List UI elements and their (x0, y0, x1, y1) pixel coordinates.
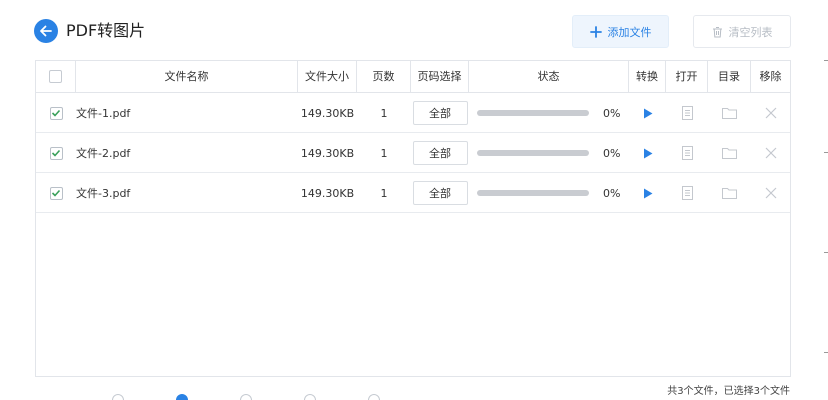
close-icon (765, 147, 776, 159)
checkmark-icon (51, 189, 61, 197)
convert-button[interactable] (629, 133, 666, 173)
document-icon (681, 106, 693, 120)
progress-bar (477, 190, 589, 196)
edge-mark (824, 252, 828, 253)
open-file-button[interactable] (666, 93, 708, 133)
file-size: 149.30KB (300, 186, 355, 200)
edge-mark (824, 352, 828, 353)
progress-percent: 0% (603, 106, 621, 120)
document-icon (681, 146, 693, 160)
col-page-range: 页码选择 (411, 61, 469, 92)
output-format-radio[interactable] (368, 394, 380, 400)
progress-percent: 0% (603, 146, 621, 160)
open-file-button[interactable] (666, 173, 708, 213)
back-button[interactable] (34, 19, 58, 43)
output-format-radio-selected[interactable] (176, 394, 188, 400)
add-file-label: 添加文件 (607, 25, 652, 39)
checkmark-icon (51, 149, 61, 157)
progress-bar (477, 110, 589, 116)
col-folder: 目录 (708, 61, 751, 92)
col-status: 状态 (469, 61, 629, 92)
page-range-button[interactable]: 全部 (412, 141, 468, 165)
file-table: 文件名称 文件大小 页数 页码选择 状态 转换 打开 目录 移除 文件-1.pd… (35, 60, 791, 377)
file-size: 149.30KB (300, 106, 355, 120)
header-select-all-cell (36, 61, 76, 92)
checkmark-icon (51, 109, 61, 117)
row-checkbox[interactable] (49, 146, 63, 160)
row-checkbox[interactable] (49, 186, 63, 200)
file-name: 文件-1.pdf (76, 107, 131, 120)
open-file-button[interactable] (666, 133, 708, 173)
remove-button[interactable] (751, 173, 790, 213)
remove-button[interactable] (751, 93, 790, 133)
folder-icon (722, 188, 737, 199)
col-remove: 移除 (759, 70, 782, 83)
play-icon (643, 148, 652, 158)
file-count-summary: 共3个文件，已选择3个文件 (667, 386, 790, 397)
close-icon (765, 187, 776, 199)
output-format-radio[interactable] (240, 394, 252, 400)
col-file-name: 文件名称 (76, 61, 298, 92)
col-pages: 页数 (357, 61, 411, 92)
col-open: 打开 (666, 61, 708, 92)
page-count: 1 (380, 106, 388, 120)
table-row: 文件-3.pdf 149.30KB 1 全部 0% (36, 173, 790, 213)
progress-percent: 0% (603, 186, 621, 200)
table-row: 文件-1.pdf 149.30KB 1 全部 0% (36, 93, 790, 133)
close-icon (765, 107, 776, 119)
file-name: 文件-3.pdf (76, 187, 131, 200)
col-convert: 转换 (629, 61, 666, 92)
row-checkbox[interactable] (49, 106, 63, 120)
table-row: 文件-2.pdf 149.30KB 1 全部 0% (36, 133, 790, 173)
table-header: 文件名称 文件大小 页数 页码选择 状态 转换 打开 目录 移除 (36, 61, 790, 93)
file-size: 149.30KB (300, 146, 355, 160)
clear-list-label: 清空列表 (728, 25, 773, 39)
remove-button[interactable] (751, 133, 790, 173)
folder-icon (722, 148, 737, 159)
file-name: 文件-2.pdf (76, 147, 131, 160)
open-folder-button[interactable] (708, 93, 751, 133)
col-file-size: 文件大小 (298, 61, 357, 92)
open-folder-button[interactable] (708, 173, 751, 213)
edge-mark (824, 152, 828, 153)
plus-icon (589, 25, 602, 38)
document-icon (681, 186, 693, 200)
edge-mark (824, 60, 828, 61)
play-icon (643, 108, 652, 118)
open-folder-button[interactable] (708, 133, 751, 173)
output-format-radio[interactable] (304, 394, 316, 400)
play-icon (643, 188, 652, 198)
folder-icon (722, 108, 737, 119)
trash-icon (712, 26, 722, 37)
clear-list-button[interactable]: 清空列表 (693, 15, 791, 48)
convert-button[interactable] (629, 173, 666, 213)
convert-button[interactable] (629, 93, 666, 133)
select-all-checkbox[interactable] (49, 70, 62, 83)
page-range-button[interactable]: 全部 (412, 181, 468, 205)
page-count: 1 (380, 186, 388, 200)
page-range-button[interactable]: 全部 (412, 101, 468, 125)
progress-bar (477, 150, 589, 156)
page-count: 1 (380, 146, 388, 160)
add-file-button[interactable]: 添加文件 (572, 15, 669, 48)
output-format-radio[interactable] (112, 394, 124, 400)
page-title: PDF转图片 (66, 21, 146, 40)
arrow-left-icon (40, 25, 52, 37)
